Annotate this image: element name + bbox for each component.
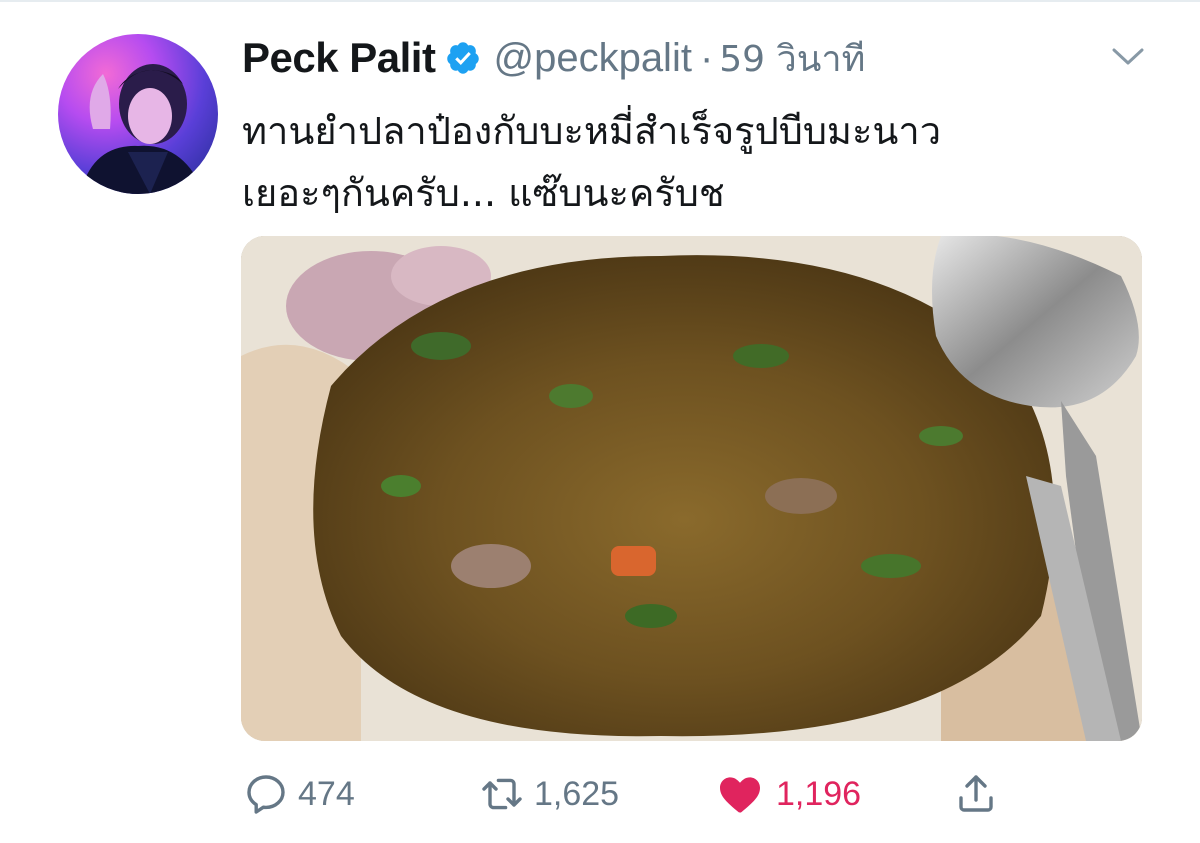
like-count: 1,196: [776, 774, 862, 813]
tweet-actions: 474 1,625 1,196: [242, 766, 1042, 822]
separator: ·: [699, 35, 714, 80]
share-icon: [959, 775, 993, 812]
like-button[interactable]: 1,196: [716, 766, 861, 822]
verified-badge-icon: [445, 40, 481, 76]
author-handle[interactable]: @peckpalit: [493, 36, 691, 81]
retweet-button[interactable]: 1,625: [478, 766, 619, 822]
tweet-media-photo[interactable]: [241, 236, 1142, 741]
avatar[interactable]: [58, 34, 218, 194]
avatar-image: [80, 64, 205, 194]
chevron-down-icon[interactable]: [1108, 40, 1148, 72]
heart-icon: [720, 777, 760, 813]
share-button[interactable]: [952, 766, 1000, 822]
retweet-count: 1,625: [534, 774, 620, 813]
top-divider: [0, 0, 1200, 2]
tweet-text-line: เยอะๆกันครับ... แซ๊บนะครับช: [242, 171, 725, 215]
reply-count: 474: [298, 774, 355, 813]
tweet-header: Peck Palit @peckpalit · 59 วินาที: [242, 28, 865, 88]
tweet-text: ทานยำปลาป๋องกับบะหมี่สำเร็จรูปบีบมะนาว เ…: [242, 100, 1142, 224]
reply-icon: [247, 775, 285, 814]
tweet-text-line: ทานยำปลาป๋องกับบะหมี่สำเร็จรูปบีบมะนาว: [242, 109, 942, 153]
timestamp[interactable]: 59 วินาที: [719, 30, 865, 87]
author-name[interactable]: Peck Palit: [242, 34, 436, 82]
food-photo: [241, 236, 1142, 741]
retweet-icon: [482, 778, 522, 810]
reply-button[interactable]: 474: [242, 766, 355, 822]
